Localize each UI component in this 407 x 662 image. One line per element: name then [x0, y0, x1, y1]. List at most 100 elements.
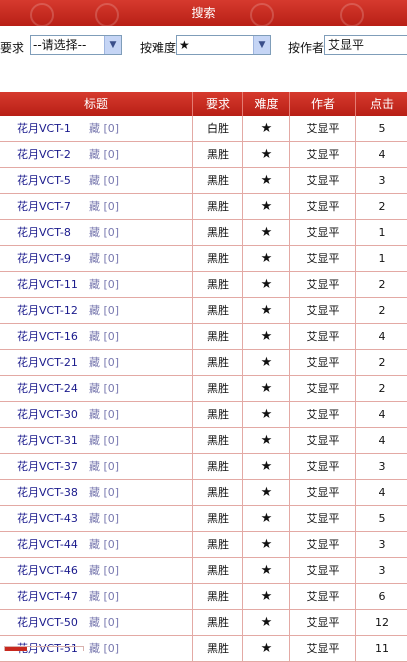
puzzle-title-link[interactable]: 花月VCT-43 [17, 506, 78, 531]
puzzle-title-link[interactable]: 花月VCT-44 [17, 532, 78, 557]
favorite-link[interactable]: 藏 [0] [89, 558, 119, 583]
table-row: 花月VCT-11 藏 [0] 黑胜 ★ 艾显平 2 [0, 272, 407, 298]
author-cell: 艾显平 [289, 220, 356, 245]
favorite-link[interactable]: 藏 [0] [89, 350, 119, 375]
difficulty-label: 按难度 [140, 41, 177, 55]
difficulty-star-icon: ★ [242, 584, 290, 609]
favorite-link[interactable]: 藏 [0] [89, 272, 119, 297]
difficulty-select-value: ★ [179, 38, 190, 52]
table-row: 花月VCT-2 藏 [0] 黑胜 ★ 艾显平 4 [0, 142, 407, 168]
requirement-cell: 黑胜 [192, 168, 243, 193]
table-row: 花月VCT-43 藏 [0] 黑胜 ★ 艾显平 5 [0, 506, 407, 532]
author-cell: 艾显平 [289, 480, 356, 505]
chevron-down-icon[interactable]: ▼ [104, 36, 121, 54]
difficulty-star-icon: ★ [242, 142, 290, 167]
puzzle-title-link[interactable]: 花月VCT-46 [17, 558, 78, 583]
favorite-link[interactable]: 藏 [0] [89, 246, 119, 271]
puzzle-title-link[interactable]: 花月VCT-12 [17, 298, 78, 323]
puzzle-title-link[interactable]: 花月VCT-38 [17, 480, 78, 505]
author-cell: 艾显平 [289, 350, 356, 375]
table-row: 花月VCT-7 藏 [0] 黑胜 ★ 艾显平 2 [0, 194, 407, 220]
puzzle-title-link[interactable]: 花月VCT-47 [17, 584, 78, 609]
title-cell: 花月VCT-7 藏 [0] [0, 194, 192, 219]
requirement-cell: 黑胜 [192, 506, 243, 531]
difficulty-star-icon: ★ [242, 506, 290, 531]
favorite-link[interactable]: 藏 [0] [89, 168, 119, 193]
author-cell: 艾显平 [289, 454, 356, 479]
requirement-cell: 黑胜 [192, 142, 243, 167]
favorite-link[interactable]: 藏 [0] [89, 376, 119, 401]
title-cell: 花月VCT-11 藏 [0] [0, 272, 192, 297]
pagination[interactable] [4, 646, 84, 651]
favorite-link[interactable]: 藏 [0] [89, 532, 119, 557]
column-header-difficulty: 难度 [242, 92, 290, 116]
pagination-current-page[interactable] [5, 647, 27, 651]
favorite-link[interactable]: 藏 [0] [89, 428, 119, 453]
puzzle-title-link[interactable]: 花月VCT-21 [17, 350, 78, 375]
table-row: 花月VCT-5 藏 [0] 黑胜 ★ 艾显平 3 [0, 168, 407, 194]
favorite-link[interactable]: 藏 [0] [89, 402, 119, 427]
favorite-link[interactable]: 藏 [0] [89, 220, 119, 245]
title-cell: 花月VCT-31 藏 [0] [0, 428, 192, 453]
difficulty-star-icon: ★ [242, 168, 290, 193]
clicks-cell: 3 [355, 558, 407, 583]
table-row: 花月VCT-30 藏 [0] 黑胜 ★ 艾显平 4 [0, 402, 407, 428]
favorite-link[interactable]: 藏 [0] [89, 506, 119, 531]
table-row: 花月VCT-47 藏 [0] 黑胜 ★ 艾显平 6 [0, 584, 407, 610]
column-header-clicks: 点击 [355, 92, 407, 116]
title-cell: 花月VCT-21 藏 [0] [0, 350, 192, 375]
title-cell: 花月VCT-24 藏 [0] [0, 376, 192, 401]
puzzle-title-link[interactable]: 花月VCT-5 [17, 168, 71, 193]
clicks-cell: 2 [355, 194, 407, 219]
favorite-link[interactable]: 藏 [0] [89, 610, 119, 635]
author-cell: 艾显平 [289, 532, 356, 557]
clicks-cell: 2 [355, 298, 407, 323]
favorite-link[interactable]: 藏 [0] [89, 116, 119, 141]
favorite-link[interactable]: 藏 [0] [89, 142, 119, 167]
puzzle-title-link[interactable]: 花月VCT-16 [17, 324, 78, 349]
difficulty-star-icon: ★ [242, 428, 290, 453]
difficulty-star-icon: ★ [242, 116, 290, 141]
favorite-link[interactable]: 藏 [0] [89, 584, 119, 609]
puzzle-title-link[interactable]: 花月VCT-37 [17, 454, 78, 479]
author-cell: 艾显平 [289, 298, 356, 323]
requirement-cell: 黑胜 [192, 454, 243, 479]
requirement-cell: 黑胜 [192, 220, 243, 245]
difficulty-star-icon: ★ [242, 324, 290, 349]
puzzle-title-link[interactable]: 花月VCT-2 [17, 142, 71, 167]
puzzle-title-link[interactable]: 花月VCT-30 [17, 402, 78, 427]
puzzle-title-link[interactable]: 花月VCT-50 [17, 610, 78, 635]
clicks-cell: 4 [355, 324, 407, 349]
title-cell: 花月VCT-43 藏 [0] [0, 506, 192, 531]
puzzle-title-link[interactable]: 花月VCT-1 [17, 116, 71, 141]
clicks-cell: 11 [355, 636, 407, 661]
author-input[interactable]: 艾显平 [324, 35, 407, 55]
puzzle-title-link[interactable]: 花月VCT-8 [17, 220, 71, 245]
puzzle-title-link[interactable]: 花月VCT-9 [17, 246, 71, 271]
table-row: 花月VCT-38 藏 [0] 黑胜 ★ 艾显平 4 [0, 480, 407, 506]
favorite-link[interactable]: 藏 [0] [89, 636, 119, 661]
difficulty-select[interactable]: ★ ▼ [176, 35, 271, 55]
favorite-link[interactable]: 藏 [0] [89, 480, 119, 505]
title-cell: 花月VCT-47 藏 [0] [0, 584, 192, 609]
author-cell: 艾显平 [289, 246, 356, 271]
requirement-select[interactable]: --请选择-- ▼ [30, 35, 122, 55]
table-row: 花月VCT-50 藏 [0] 黑胜 ★ 艾显平 12 [0, 610, 407, 636]
requirement-cell: 黑胜 [192, 610, 243, 635]
puzzle-list: 花月VCT-1 藏 [0] 白胜 ★ 艾显平 5 花月VCT-2 藏 [0] 黑胜 ★ 艾显平 4 花月… [0, 116, 407, 662]
chevron-down-icon[interactable]: ▼ [253, 36, 270, 54]
title-cell: 花月VCT-50 藏 [0] [0, 610, 192, 635]
favorite-link[interactable]: 藏 [0] [89, 454, 119, 479]
puzzle-title-link[interactable]: 花月VCT-24 [17, 376, 78, 401]
favorite-link[interactable]: 藏 [0] [89, 298, 119, 323]
difficulty-star-icon: ★ [242, 272, 290, 297]
difficulty-star-icon: ★ [242, 220, 290, 245]
puzzle-title-link[interactable]: 花月VCT-11 [17, 272, 78, 297]
favorite-link[interactable]: 藏 [0] [89, 194, 119, 219]
requirement-cell: 黑胜 [192, 480, 243, 505]
author-cell: 艾显平 [289, 142, 356, 167]
puzzle-title-link[interactable]: 花月VCT-31 [17, 428, 78, 453]
favorite-link[interactable]: 藏 [0] [89, 324, 119, 349]
puzzle-title-link[interactable]: 花月VCT-7 [17, 194, 71, 219]
requirement-cell: 黑胜 [192, 350, 243, 375]
